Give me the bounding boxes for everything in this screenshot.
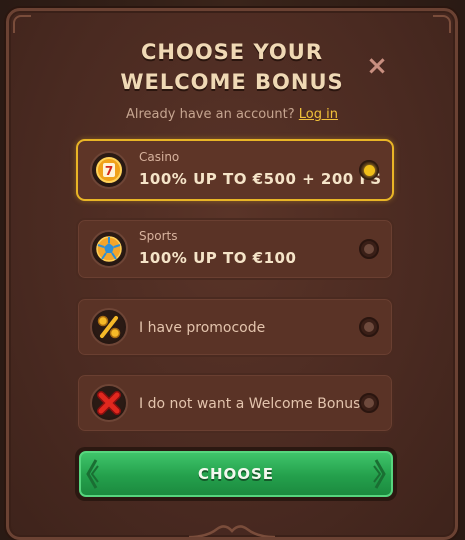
login-link[interactable]: Log in (299, 107, 338, 122)
radio-unselected[interactable] (359, 239, 379, 259)
option-offer: 100% UP TO €500 + 200 FS (139, 170, 382, 188)
chevron-left-icon (86, 459, 99, 489)
bonus-option-sports[interactable]: Sports 100% UP TO €100 (76, 218, 394, 280)
soccer-ball-icon (90, 230, 128, 268)
bonus-option-promocode[interactable]: I have promocode (76, 297, 394, 357)
option-label: I have promocode (139, 320, 266, 336)
welcome-bonus-modal: CHOOSE YOUR WELCOME BONUS × Already have… (6, 8, 458, 540)
choose-button[interactable]: CHOOSE (79, 451, 393, 497)
radio-unselected[interactable] (359, 393, 379, 413)
close-icon[interactable]: × (365, 53, 389, 79)
choose-button-label: CHOOSE (197, 465, 275, 483)
slot-777-icon: 7 (90, 151, 128, 189)
corner-ornament (433, 15, 451, 33)
option-offer: 100% UP TO €100 (139, 249, 297, 267)
bonus-option-casino[interactable]: 7 Casino 100% UP TO €500 + 200 FS (76, 139, 394, 201)
login-prompt: Already have an account? Log in (9, 107, 455, 122)
radio-selected[interactable] (359, 160, 379, 180)
option-category: Casino (139, 150, 180, 164)
percent-icon (90, 308, 128, 346)
option-category: Sports (139, 229, 178, 243)
choose-button-frame: CHOOSE (75, 447, 397, 501)
login-prompt-text: Already have an account? (125, 107, 295, 122)
bottom-ornament (188, 525, 276, 537)
bonus-option-no-bonus[interactable]: I do not want a Welcome Bonus (76, 373, 394, 433)
radio-unselected[interactable] (359, 317, 379, 337)
corner-ornament (13, 15, 31, 33)
red-cross-icon (90, 384, 128, 422)
option-label: I do not want a Welcome Bonus (139, 396, 361, 412)
svg-text:7: 7 (105, 164, 113, 178)
chevron-right-icon (373, 459, 386, 489)
